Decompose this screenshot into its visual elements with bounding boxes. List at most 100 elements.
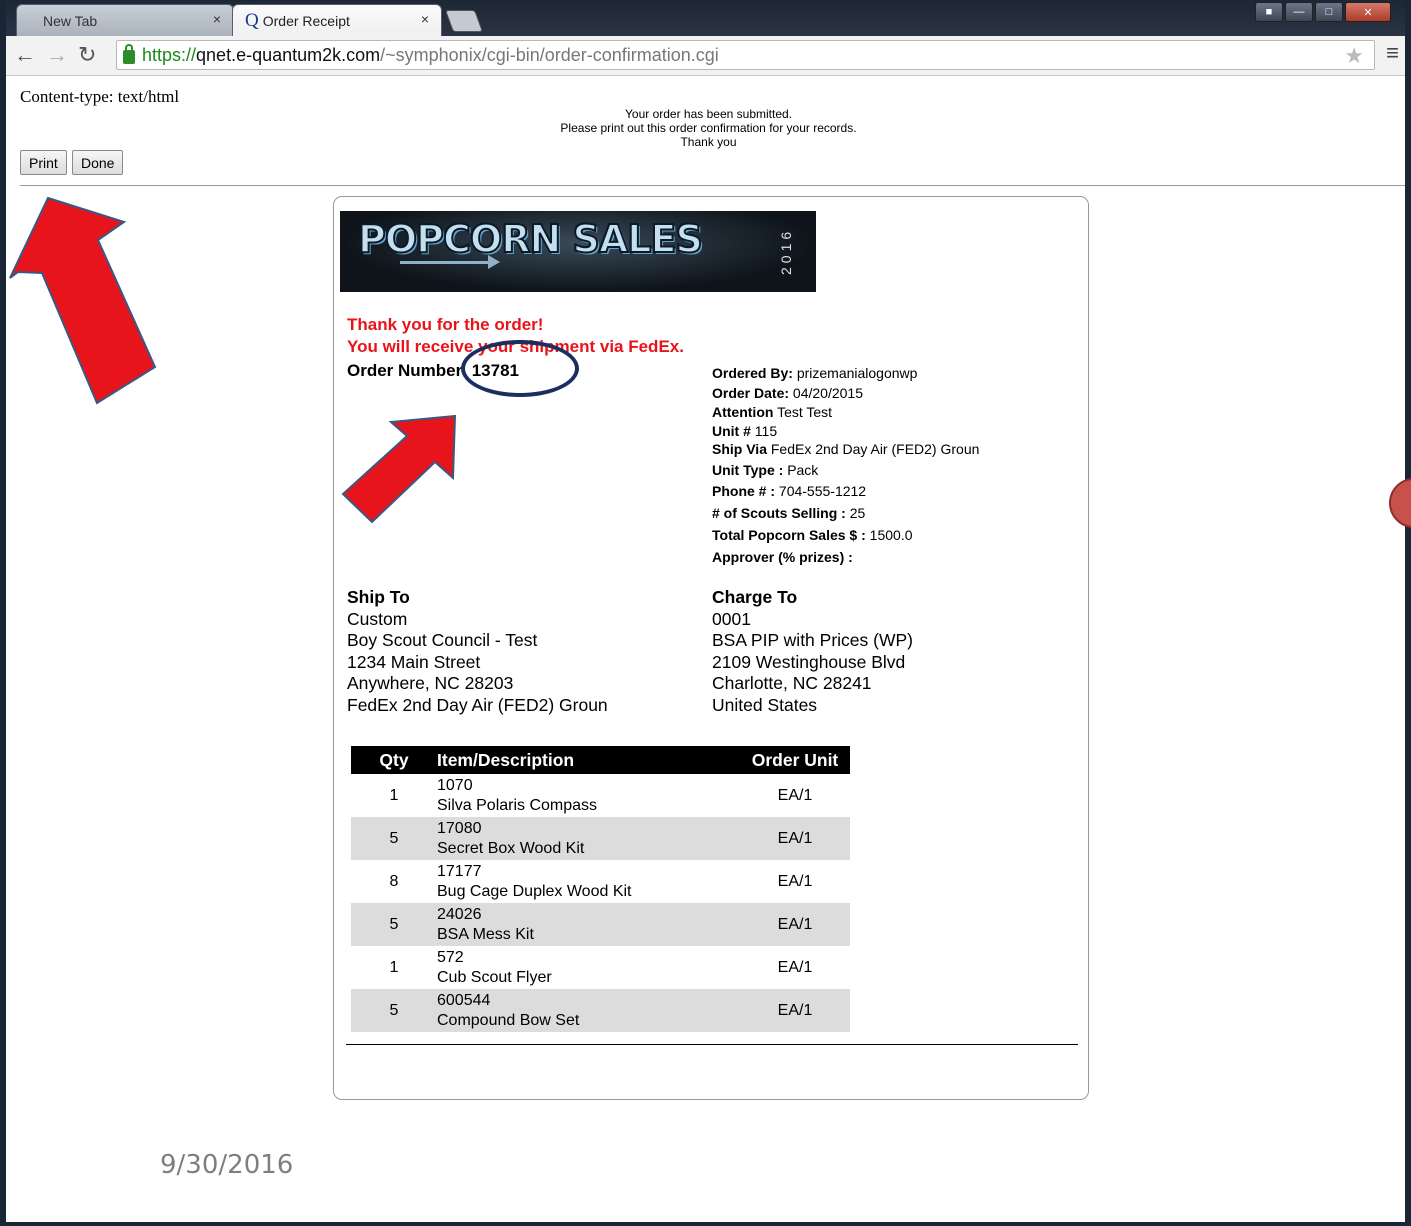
tab-label: New Tab [43,12,98,29]
table-row: 5 24026 BSA Mess Kit EA/1 [351,903,850,946]
unit-cell: EA/1 [777,872,813,890]
address-line: Boy Scout Council - Test [347,630,538,651]
table-row: 5 600544 Compound Bow Set EA/1 [351,989,850,1032]
red-arrow-icon [9,196,157,405]
item-description: BSA Mess Kit [437,925,534,943]
detail-label: Order Date: [712,385,790,401]
ship-to-address: Ship To Custom Boy Scout Council - Test … [347,587,608,717]
address-bar[interactable]: https://qnet.e-quantum2k.com/~symphonix/… [116,40,1375,70]
detail-label: Total Popcorn Sales $ : [712,527,866,543]
detail-value: 25 [849,505,866,521]
unit-cell: EA/1 [777,958,813,976]
lock-icon [123,44,135,64]
print-button[interactable]: Print [20,150,67,175]
qty-cell: 5 [351,903,437,946]
detail-row: Phone # : 704-555-1212 [712,481,979,502]
detail-value: 1500.0 [869,527,913,543]
divider [20,185,1405,186]
item-description: Cub Scout Flyer [437,968,552,986]
close-window-button[interactable]: ✕ [1345,2,1391,22]
menu-icon[interactable]: ≡ [1386,40,1399,66]
description-cell: 17080 Secret Box Wood Kit [437,817,740,860]
table-row: 1 572 Cub Scout Flyer EA/1 [351,946,850,989]
address-line: Charlotte, NC 28241 [712,673,872,694]
item-code: 1070 [437,776,473,794]
table-row: 5 17080 Secret Box Wood Kit EA/1 [351,817,850,860]
thank-you-message: Thank you for the order! [347,315,544,334]
unit-cell: EA/1 [777,786,813,804]
description-header: Item/Description [437,746,740,774]
back-icon[interactable]: ← [14,42,36,68]
tab-new-tab[interactable]: New Tab × [16,4,234,36]
forward-icon[interactable]: → [46,42,68,68]
red-arrow-icon [341,414,457,524]
address-line: United States [712,694,818,715]
item-description: Secret Box Wood Kit [437,839,585,857]
description-cell: 24026 BSA Mess Kit [437,903,740,946]
order-unit-header: Order Unit [740,746,850,774]
table-row: 8 17177 Bug Cage Duplex Wood Kit EA/1 [351,860,850,903]
page-content: Content-type: text/html Your order has b… [12,77,1405,1222]
browser-window: New Tab × Q Order Receipt × ■ — □ ✕ ← → … [0,0,1411,1226]
minimize-button[interactable]: — [1285,2,1313,22]
new-tab-button[interactable] [444,10,484,32]
item-description: Bug Cage Duplex Wood Kit [437,882,632,900]
detail-row: # of Scouts Selling : 25 [712,502,979,524]
title-bar: New Tab × Q Order Receipt × ■ — □ ✕ [6,0,1405,36]
qty-cell: 5 [351,817,437,860]
detail-label: Unit Type : [712,462,784,478]
order-receipt: POPCORN SALES 2016 Thank you for the ord… [333,196,1089,1100]
address-line: Custom [347,608,408,629]
charge-to-heading: Charge To [712,587,798,607]
close-icon[interactable]: × [421,11,429,27]
tab-order-receipt[interactable]: Q Order Receipt × [232,4,442,36]
submission-notice: Your order has been submitted. Please pr… [12,107,1405,149]
address-line: BSA PIP with Prices (WP) [712,630,913,651]
qty-header: Qty [351,746,437,774]
qty-cell: 1 [389,958,399,976]
detail-label: Unit # [712,423,751,439]
description-cell: 1070 Silva Polaris Compass [437,774,740,817]
item-code: 24026 [437,905,482,923]
order-items-table: Qty Item/Description Order Unit 1 1070 Si… [351,746,850,1032]
user-icon[interactable]: ■ [1255,2,1283,22]
notice-line: Please print out this order confirmation… [560,121,857,135]
detail-row: Attention Test Test [712,403,979,422]
item-code: 600544 [437,991,491,1009]
detail-row: Approver (% prizes) : [712,546,979,568]
reload-icon[interactable]: ↻ [78,42,96,68]
charge-to-address: Charge To 0001 BSA PIP with Prices (WP) … [712,587,913,717]
unit-cell: EA/1 [740,989,850,1032]
detail-label: Ship Via [712,441,767,457]
detail-value: FedEx 2nd Day Air (FED2) Groun [770,441,980,457]
address-line: 2109 Westinghouse Blvd [712,651,906,672]
close-icon[interactable]: × [213,11,221,27]
detail-row: Ordered By: prizemanialogonwp [712,363,979,383]
popcorn-sales-banner: POPCORN SALES 2016 [340,211,816,292]
favicon-icon: Q [245,9,259,31]
star-icon[interactable]: ★ [1344,43,1364,69]
arrow-logo-icon [400,255,500,269]
address-line: 1234 Main Street [347,651,481,672]
detail-row: Order Date: 04/20/2015 [712,383,979,403]
item-description: Compound Bow Set [437,1011,580,1029]
detail-value: 04/20/2015 [792,385,863,401]
order-number-label: Order Number [347,361,463,380]
window-controls: ■ — □ ✕ [1255,2,1391,22]
address-line: 0001 [712,608,751,629]
banner-title: POPCORN SALES [357,216,704,262]
detail-label: Attention [712,404,774,420]
maximize-button[interactable]: □ [1315,2,1343,22]
qty-cell: 1 [389,786,399,804]
detail-row: Unit # 115 [712,422,979,440]
detail-label: Phone # : [712,483,776,499]
url-path: /~symphonix/cgi-bin/order-confirmation.c… [380,44,719,65]
description-cell: 600544 Compound Bow Set [437,989,740,1032]
done-button[interactable]: Done [72,150,124,175]
detail-row: Total Popcorn Sales $ : 1500.0 [712,524,979,546]
detail-value: prizemanialogonwp [796,365,918,381]
notice-line: Thank you [680,135,737,149]
description-cell: 17177 Bug Cage Duplex Wood Kit [437,860,740,903]
detail-value: Pack [787,462,819,478]
ship-to-heading: Ship To [347,587,410,607]
